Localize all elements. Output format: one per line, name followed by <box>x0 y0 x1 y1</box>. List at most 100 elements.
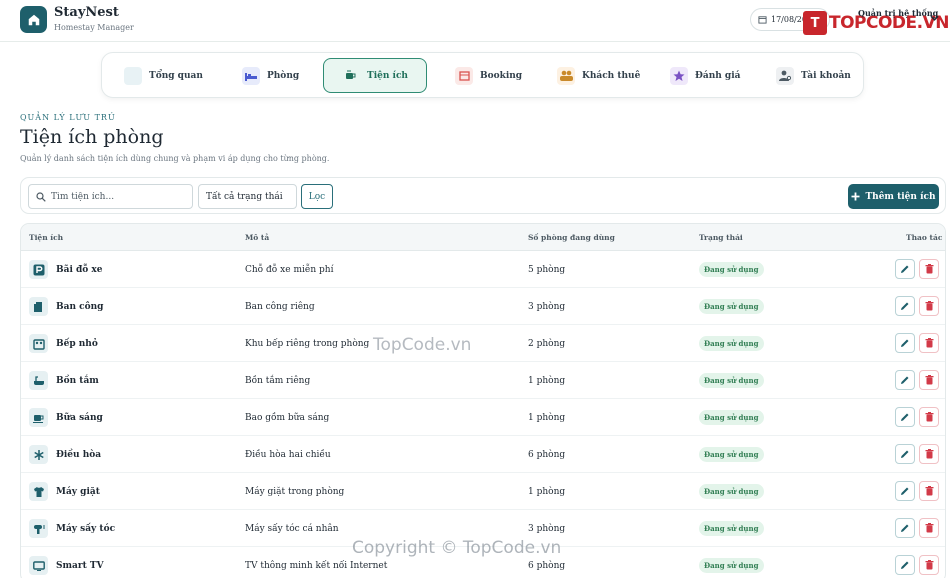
pencil-icon <box>901 302 909 310</box>
delete-button[interactable] <box>919 370 939 390</box>
chevron-down-icon[interactable] <box>930 15 939 22</box>
delete-button[interactable] <box>919 407 939 427</box>
nav-item-overview[interactable]: Tổng quan <box>124 58 203 93</box>
search-input[interactable] <box>51 191 191 202</box>
nav-item-accounts[interactable]: Tài khoản <box>776 58 851 93</box>
status-cell: Đang sử dụng <box>699 399 764 436</box>
col-header: Số phòng đang dùng <box>528 233 615 242</box>
edit-button[interactable] <box>895 407 915 427</box>
nav-label: Khách thuê <box>582 70 641 81</box>
home-logo-icon[interactable] <box>20 6 47 33</box>
add-button-label: Thêm tiện ích <box>865 191 936 202</box>
bath-icon <box>29 371 48 390</box>
room-count: 2 phòng <box>528 338 566 349</box>
pencil-icon <box>901 561 909 569</box>
nav-item-booking[interactable]: Booking <box>455 58 522 93</box>
table-row: Bếp nhỏ Khu bếp riêng trong phòng 2 phòn… <box>21 325 945 362</box>
amenities-table: Tiện ích Mô tả Số phòng đang dùng Trạng … <box>20 223 946 578</box>
nav-label: Tài khoản <box>801 70 851 81</box>
room-count: 6 phòng <box>528 449 566 460</box>
edit-button[interactable] <box>895 518 915 538</box>
delete-button[interactable] <box>919 481 939 501</box>
edit-button[interactable] <box>895 444 915 464</box>
delete-button[interactable] <box>919 518 939 538</box>
nav-label: Booking <box>480 70 523 81</box>
status-cell: Đang sử dụng <box>699 251 764 288</box>
nav-item-reviews[interactable]: Đánh giá <box>670 58 740 93</box>
delete-button[interactable] <box>919 259 939 279</box>
room-count: 1 phòng <box>528 412 566 423</box>
search-icon <box>36 191 46 202</box>
amenity-name-cell: Bồn tắm <box>29 362 99 399</box>
amenity-name: Điều hòa <box>56 449 102 460</box>
trash-icon <box>925 560 933 570</box>
amenity-name-cell: Smart TV <box>29 547 104 578</box>
grid-icon <box>124 66 142 85</box>
amenity-description: Bồn tắm riêng <box>245 375 311 386</box>
amenity-name-cell: Bữa sáng <box>29 399 103 436</box>
status-badge: Đang sử dụng <box>699 299 764 314</box>
amenity-description: Ban công riêng <box>245 301 315 312</box>
table-row: Bồn tắm Bồn tắm riêng 1 phòng Đang sử dụ… <box>21 362 945 399</box>
admin-label[interactable]: Quản trị hệ thống <box>858 8 938 18</box>
calendar-icon <box>455 66 473 85</box>
amenity-description: Bao gồm bữa sáng <box>245 412 330 423</box>
watermark-center: TopCode.vn <box>373 335 472 355</box>
status-select[interactable]: Tất cả trạng thái <box>198 184 297 209</box>
tv-icon <box>29 556 48 575</box>
trash-icon <box>925 264 933 274</box>
watermark-bottom: Copyright © TopCode.vn <box>352 538 562 558</box>
page-title: Tiện ích phòng <box>20 126 164 148</box>
pencil-icon <box>901 339 909 347</box>
coffee-cup-icon <box>29 408 48 427</box>
main-nav: Tổng quan Phòng Tiện ích Booking Khách t… <box>101 52 864 98</box>
table-header: Tiện ích Mô tả Số phòng đang dùng Trạng … <box>21 224 945 251</box>
room-count: 3 phòng <box>528 301 566 312</box>
door-icon <box>29 297 48 316</box>
nav-label: Phòng <box>267 70 300 81</box>
edit-button[interactable] <box>895 296 915 316</box>
plus-icon <box>851 192 860 201</box>
status-badge: Đang sử dụng <box>699 410 764 425</box>
stove-icon <box>29 334 48 353</box>
brand-subtitle: Homestay Manager <box>54 23 134 32</box>
snowflake-icon <box>29 445 48 464</box>
nav-item-guests[interactable]: Khách thuê <box>557 58 640 93</box>
status-cell: Đang sử dụng <box>699 362 764 399</box>
status-cell: Đang sử dụng <box>699 510 764 547</box>
delete-button[interactable] <box>919 555 939 575</box>
nav-item-amenities[interactable]: Tiện ích <box>323 58 427 93</box>
edit-button[interactable] <box>895 370 915 390</box>
amenity-name: Máy giặt <box>56 486 100 497</box>
delete-button[interactable] <box>919 296 939 316</box>
bed-icon <box>242 66 260 85</box>
hair-dryer-icon <box>29 519 48 538</box>
add-amenity-button[interactable]: Thêm tiện ích <box>848 184 939 209</box>
edit-button[interactable] <box>895 481 915 501</box>
search-box[interactable] <box>28 184 193 209</box>
room-count: 5 phòng <box>528 264 566 275</box>
edit-button[interactable] <box>895 259 915 279</box>
parking-icon <box>29 260 48 279</box>
nav-label: Đánh giá <box>695 70 741 81</box>
pencil-icon <box>901 265 909 273</box>
amenity-name: Bếp nhỏ <box>56 338 98 349</box>
table-row: Bãi đỗ xe Chỗ đỗ xe miễn phí 5 phòng Đan… <box>21 251 945 288</box>
trash-icon <box>925 449 933 459</box>
delete-button[interactable] <box>919 333 939 353</box>
coffee-icon <box>342 67 360 85</box>
delete-button[interactable] <box>919 444 939 464</box>
trash-icon <box>925 523 933 533</box>
trash-icon <box>925 338 933 348</box>
filter-button[interactable]: Lọc <box>301 184 333 209</box>
amenity-description: Khu bếp riêng trong phòng <box>245 338 370 349</box>
edit-button[interactable] <box>895 333 915 353</box>
nav-item-rooms[interactable]: Phòng <box>242 58 299 93</box>
status-badge: Đang sử dụng <box>699 447 764 462</box>
col-header: Tiện ích <box>29 233 64 242</box>
user-gear-icon <box>776 66 794 85</box>
nav-label: Tổng quan <box>149 70 203 81</box>
amenity-description: Máy giặt trong phòng <box>245 486 345 497</box>
edit-button[interactable] <box>895 555 915 575</box>
amenity-name: Bãi đỗ xe <box>56 264 103 275</box>
